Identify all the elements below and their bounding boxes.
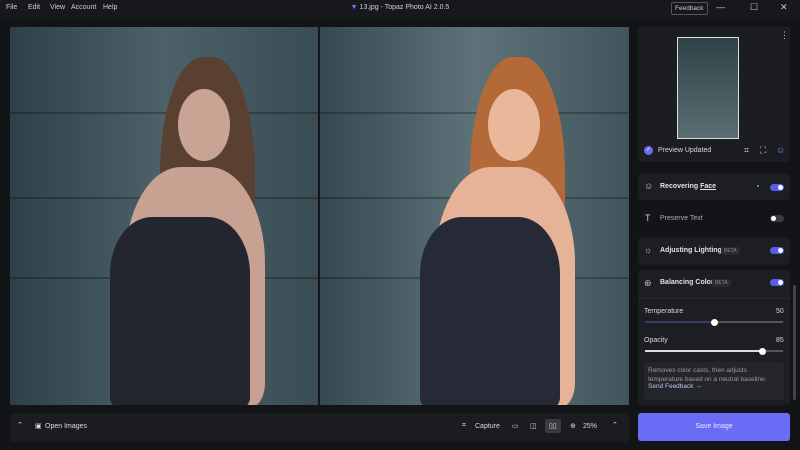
capture-icon: ⌗ [462,422,466,429]
open-images-icon: ▣ [35,423,42,430]
recovering-face-toggle[interactable] [770,184,784,191]
close-button[interactable]: ✕ [780,2,788,13]
preserve-text-toggle[interactable] [770,215,784,222]
model-label: Recovering Face [660,183,717,190]
split-view-icon[interactable]: ◫ [530,422,537,430]
check-icon: ✓ [644,146,653,155]
zoom-icon[interactable]: ⊕ [570,422,576,430]
model-label: Adjusting Lighting [660,247,722,254]
temperature-slider[interactable] [645,318,783,326]
zoom-expand-icon[interactable]: ⌃ [612,421,618,429]
zoom-level[interactable]: 25% [583,423,597,430]
model-label: Preserve Text [660,215,703,222]
save-image-button[interactable]: Save Image [638,413,790,441]
more-options-icon[interactable]: ⋮ [780,30,789,41]
side-by-side-view-icon[interactable]: ▯▯ [545,419,561,433]
title-text: 13.jpg - Topaz Photo AI 2.0.5 [359,4,450,11]
expand-up-icon[interactable]: ⌃ [17,421,23,429]
capture-button[interactable]: Capture [475,423,500,430]
slider-value: 50 [776,308,784,315]
text-icon: T [645,213,651,223]
slider-label: Opacity [644,337,668,344]
minimize-button[interactable]: — [716,2,725,12]
maximize-button[interactable]: ☐ [750,2,758,13]
navigator-thumbnail[interactable] [677,37,739,139]
crop-icon[interactable]: ⌗ [744,145,749,156]
open-images-button[interactable]: Open Images [45,423,87,430]
face-link[interactable]: Face [700,183,716,190]
status-dot [757,185,759,187]
color-balance-icon: ⊛ [644,278,652,288]
model-label: Balancing Color [660,279,714,286]
enhanced-preview-image[interactable] [320,27,629,405]
preview-status: Preview Updated [658,147,712,154]
panel-scrollbar[interactable] [793,285,796,400]
face-select-icon[interactable]: ☺ [776,145,785,155]
adjusting-lighting-toggle[interactable] [770,247,784,254]
opacity-slider[interactable] [645,347,783,355]
original-image[interactable] [10,27,318,405]
balancing-color-toggle[interactable] [770,279,784,286]
fullscreen-icon[interactable]: ⛶ [760,145,766,156]
description-text: Removes color casts, then adjusts temper… [648,367,767,383]
slider-label: Temperature [644,308,684,315]
slider-handle[interactable] [710,318,718,326]
slider-handle[interactable] [758,347,766,355]
sun-icon: ☼ [644,245,653,255]
divider [638,298,790,299]
beta-badge: BETA [712,279,731,287]
send-feedback-link[interactable]: Send Feedback → [648,383,702,390]
app-logo-icon: ▼ [350,4,360,11]
beta-badge: BETA [721,247,740,255]
feedback-button[interactable]: Feedback [671,2,708,15]
face-icon: ☺ [644,181,654,191]
single-view-icon[interactable]: ▭ [512,422,519,430]
slider-value: 85 [776,337,784,344]
